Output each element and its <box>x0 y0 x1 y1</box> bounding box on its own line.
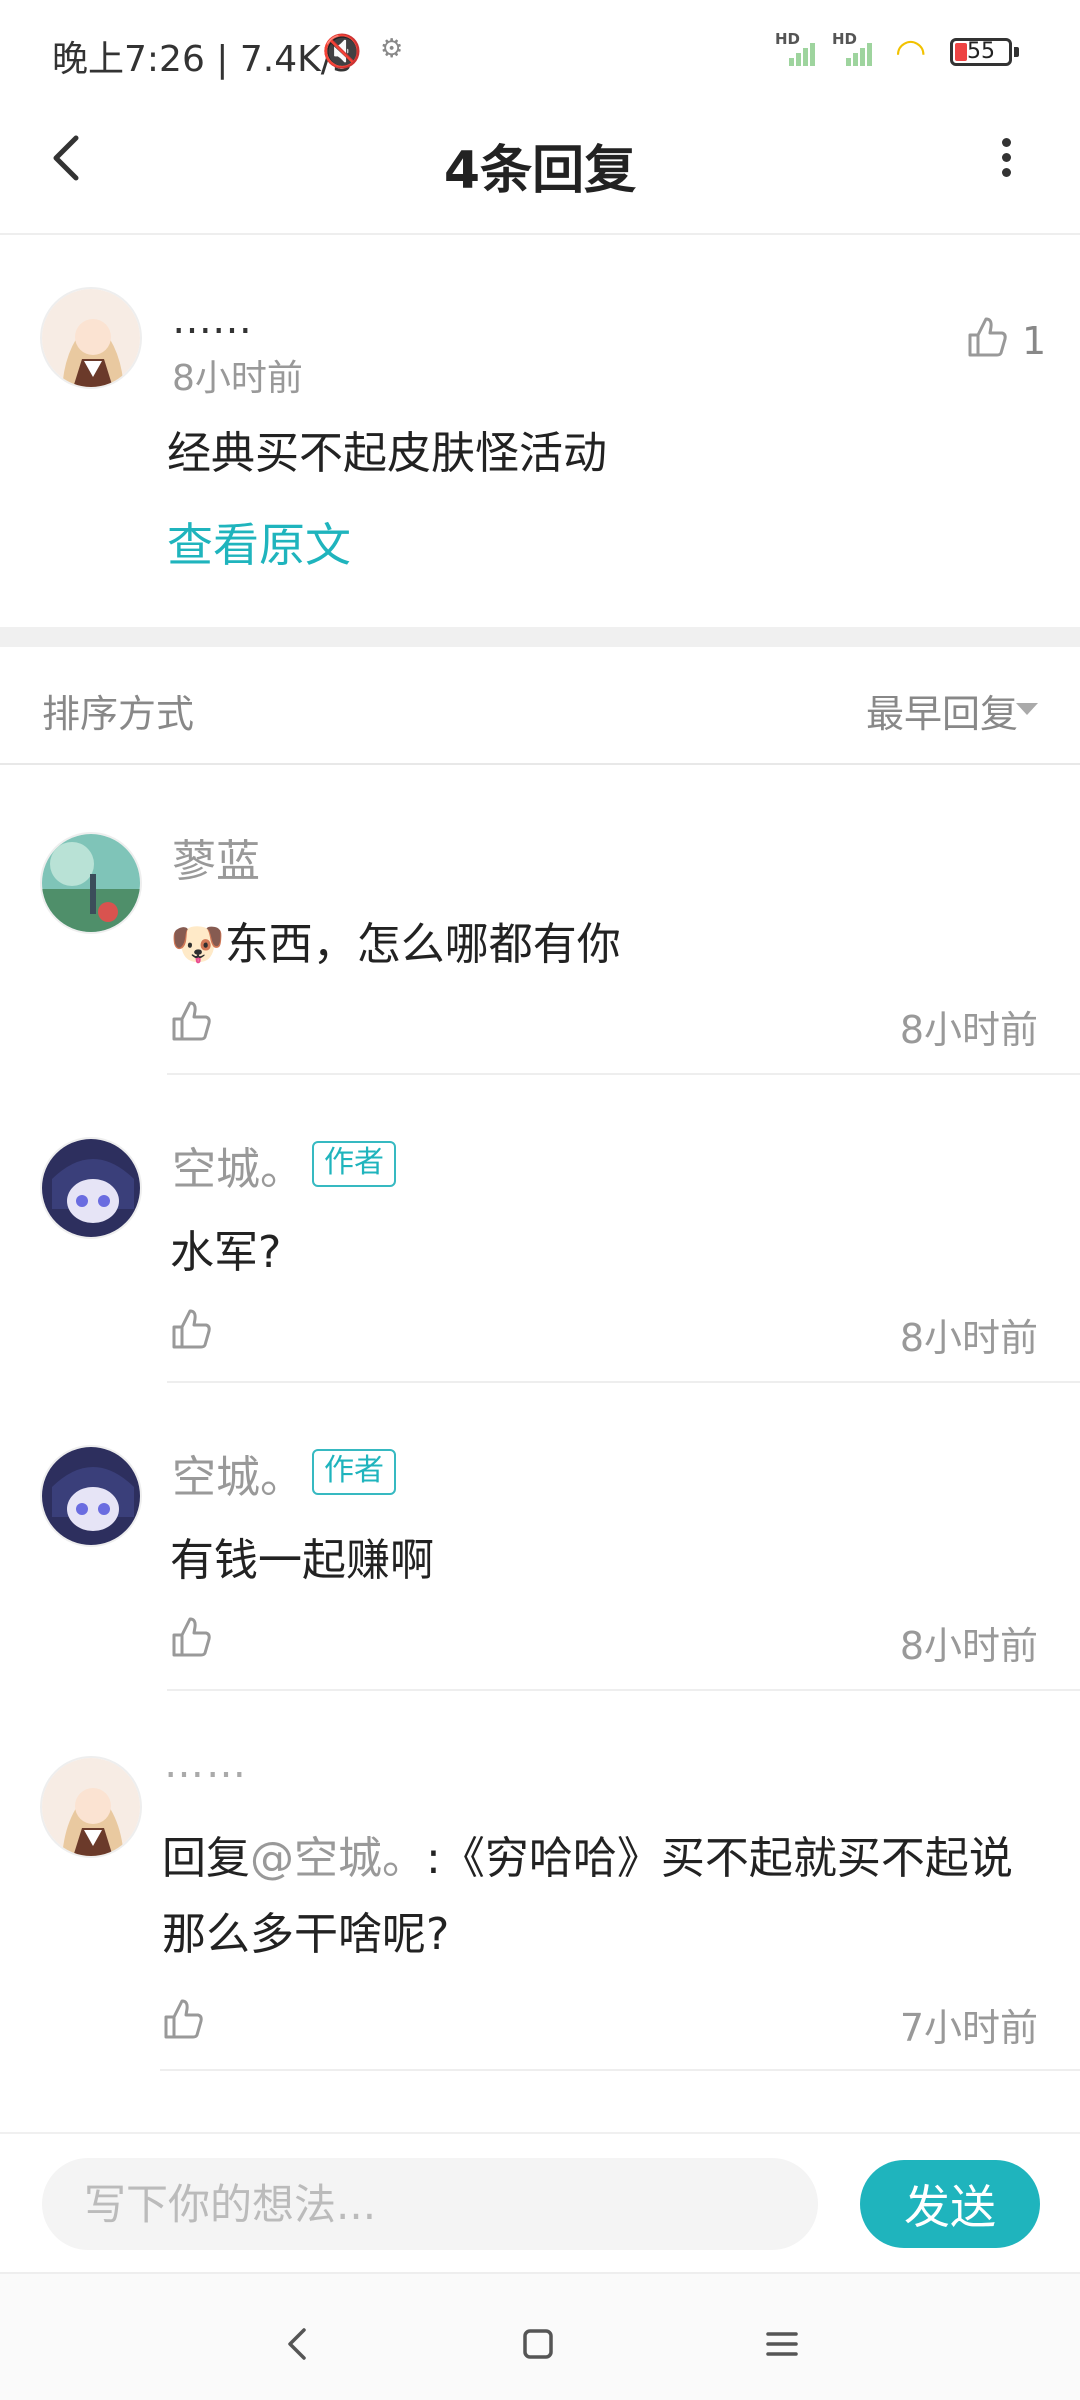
sort-bar: 排序方式 最早回复 <box>0 647 1080 765</box>
reply-author[interactable]: 蓼蓝 <box>172 825 260 889</box>
like-icon[interactable] <box>966 315 1008 359</box>
more-options-icon[interactable] <box>990 132 1022 192</box>
reply-text: 有钱一起赚啊 <box>170 1535 434 1586</box>
nav-back-icon[interactable] <box>258 2304 338 2384</box>
reply-time: 8小时前 <box>899 1008 1038 1052</box>
avatar[interactable] <box>40 1756 142 1858</box>
sort-dropdown[interactable]: 最早回复 <box>866 683 1018 738</box>
status-time: 晚上7:26 | 7.4K/s <box>52 39 352 80</box>
reply-time: 8小时前 <box>899 1624 1038 1668</box>
mute-icon: 🔇 <box>322 32 362 70</box>
comment-text: 经典买不起皮肤怪活动 <box>167 428 607 479</box>
reply-text: 水军? <box>170 1227 282 1278</box>
system-nav-bar <box>0 2272 1080 2400</box>
signal-icon: HD <box>775 30 819 70</box>
comment-time: 8小时前 <box>172 358 303 399</box>
battery-level: 55 <box>967 39 995 64</box>
notification-icon: ⚙ <box>380 34 404 64</box>
header-bar: 4条回复 <box>0 100 1080 235</box>
like-icon[interactable] <box>170 1307 212 1351</box>
reply-author[interactable]: …… <box>164 1741 248 1787</box>
main-comment: …… 8小时前 经典买不起皮肤怪活动 查看原文 1 <box>0 237 1080 627</box>
mention-link[interactable]: @空城。 <box>250 1833 426 1884</box>
nav-menu-icon[interactable] <box>742 2304 822 2384</box>
page-title: 4条回复 <box>443 141 637 201</box>
reply-prefix: 回复 <box>162 1833 250 1884</box>
like-icon[interactable] <box>162 1997 204 2041</box>
sort-label: 排序方式 <box>42 692 195 736</box>
reply-author[interactable]: 空城。 <box>172 1133 304 1197</box>
send-button[interactable]: 发送 <box>860 2160 1040 2248</box>
avatar[interactable] <box>40 1137 142 1239</box>
reply-time: 7小时前 <box>899 2006 1038 2050</box>
reply-item: 蓼蓝 🐶东西，怎么哪都有你 8小时前 <box>0 767 1080 1075</box>
author-badge: 作者 <box>312 1141 396 1187</box>
status-bar: 晚上7:26 | 7.4K/s 🔇 ⚙ HD HD ◠ 55 <box>0 0 1080 100</box>
reply-item: 空城。 作者 有钱一起赚啊 8小时前 <box>0 1383 1080 1691</box>
like-icon[interactable] <box>170 999 212 1043</box>
caret-down-icon[interactable] <box>1016 703 1038 715</box>
avatar[interactable] <box>40 287 142 389</box>
signal-icon-2: HD <box>832 30 876 70</box>
composer-bar: 发送 <box>0 2132 1080 2272</box>
reply-text: 🐶东西，怎么哪都有你 <box>170 919 621 970</box>
battery-icon: 55 <box>950 38 1019 66</box>
comment-author[interactable]: …… <box>172 297 252 343</box>
comment-input[interactable] <box>42 2158 818 2250</box>
reply-author[interactable]: 空城。 <box>172 1441 304 1505</box>
avatar[interactable] <box>40 832 142 934</box>
reply-text: 回复@空城。:《穷哈哈》买不起就买不起说那么多干啥呢? <box>162 1821 1042 1973</box>
wifi-icon: ◠ <box>895 32 927 73</box>
reply-time: 8小时前 <box>899 1316 1038 1360</box>
avatar[interactable] <box>40 1445 142 1547</box>
view-original-link[interactable]: 查看原文 <box>167 509 351 575</box>
divider <box>160 2069 1080 2071</box>
nav-home-icon[interactable] <box>498 2304 578 2384</box>
author-badge: 作者 <box>312 1449 396 1495</box>
section-divider <box>0 627 1080 647</box>
reply-item: …… 回复@空城。:《穷哈哈》买不起就买不起说那么多干啥呢? 7小时前 <box>0 1691 1080 2071</box>
reply-item: 空城。 作者 水军? 8小时前 <box>0 1075 1080 1383</box>
like-icon[interactable] <box>170 1615 212 1659</box>
like-count: 1 <box>1022 319 1047 363</box>
